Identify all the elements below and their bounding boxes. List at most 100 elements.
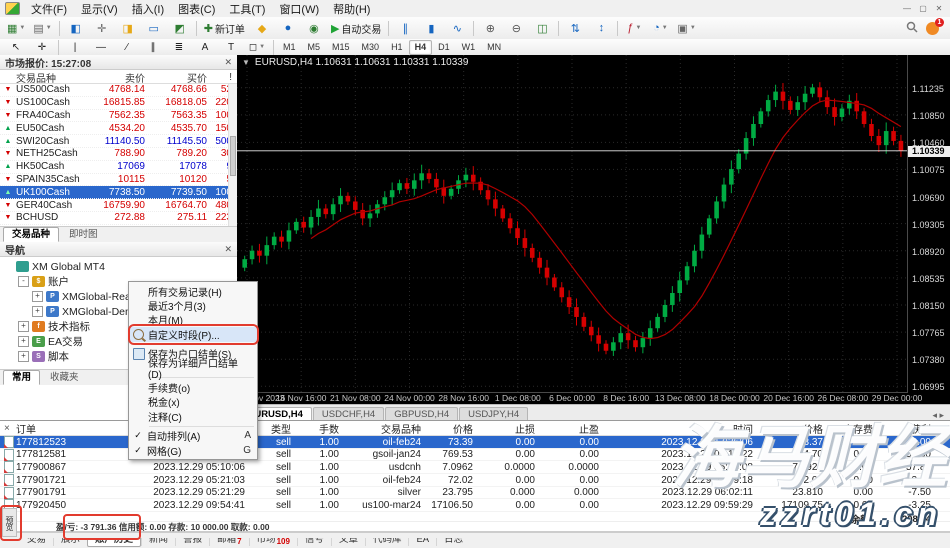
timeframe-D1[interactable]: D1 xyxy=(432,40,456,55)
timeframe-M5[interactable]: M5 xyxy=(302,40,327,55)
search-icon[interactable] xyxy=(906,21,918,36)
menu-item-G[interactable]: ✓网格(G)G xyxy=(129,443,257,457)
menu-item-F[interactable]: 文件(F) xyxy=(24,0,74,18)
menu-item-V[interactable]: 显示(V) xyxy=(74,0,125,18)
minimize-button[interactable]: — xyxy=(901,4,913,13)
shapes-button[interactable]: ◻▼ xyxy=(244,39,270,55)
menu-item-W[interactable]: 窗口(W) xyxy=(272,0,326,18)
strategy-tester-toggle[interactable]: ◩ xyxy=(167,18,193,38)
market-watch-row[interactable]: ▲SWI20Cash11140.5011145.50500 xyxy=(0,135,237,148)
market-watch-scrollbar[interactable] xyxy=(228,84,237,226)
menu-item-A[interactable]: ✓自动排列(A)A xyxy=(129,429,257,443)
navigator-toggle[interactable]: ◨ xyxy=(115,18,141,38)
navigator-close-icon[interactable]: ✕ xyxy=(224,244,232,255)
history-row[interactable]: 1779017912023.12.29 05:21:29sell1.00silv… xyxy=(0,487,950,500)
menu-item-H[interactable]: 所有交易记录(H) xyxy=(129,284,257,298)
market-watch-row[interactable]: ▲UK100Cash7738.507739.50100 xyxy=(0,186,237,199)
history-col-3[interactable]: 手数 xyxy=(296,421,344,436)
shapes-button-dropdown-icon[interactable]: ▼ xyxy=(259,44,265,50)
tab-交易品种[interactable]: 交易品种 xyxy=(3,227,59,242)
cursor-button[interactable]: ↖ xyxy=(3,39,29,55)
timeframe-M1[interactable]: M1 xyxy=(277,40,302,55)
menu-item-I[interactable]: 插入(I) xyxy=(125,0,171,18)
market-watch-row[interactable]: ▲EU50Cash4534.204535.70150 xyxy=(0,122,237,135)
periods-button-dropdown-icon[interactable]: ▼ xyxy=(662,25,668,31)
expand-icon[interactable]: + xyxy=(32,306,43,317)
history-col-11[interactable]: 获利 xyxy=(878,421,936,436)
data-window-toggle[interactable]: ✛ xyxy=(89,18,115,38)
text-button[interactable]: A xyxy=(192,39,218,55)
close-button[interactable]: ✕ xyxy=(933,4,945,13)
menu-item-o[interactable]: 手续费(o) xyxy=(129,380,257,394)
maximize-button[interactable]: ▢ xyxy=(917,4,929,13)
timeframe-MN[interactable]: MN xyxy=(481,40,507,55)
hline-button[interactable]: — xyxy=(88,39,114,55)
history-col-0[interactable]: 订单 xyxy=(16,421,92,436)
indicators-button-dropdown-icon[interactable]: ▼ xyxy=(635,25,641,31)
chart-tab-GBPUSD[interactable]: GBPUSD,H4 xyxy=(385,407,458,421)
label-button[interactable]: T xyxy=(218,39,244,55)
market-watch-row[interactable]: ▼SPAIN35Cash10115101205 xyxy=(0,174,237,187)
line-chart-button[interactable]: ∿ xyxy=(444,18,470,38)
expand-icon[interactable]: + xyxy=(18,351,29,362)
vline-button[interactable]: | xyxy=(62,39,88,55)
expand-icon[interactable]: + xyxy=(18,321,29,332)
arrange-down-button[interactable]: ↕ xyxy=(588,18,614,38)
market-watch-row[interactable]: ▼FRA40Cash7562.357563.35100 xyxy=(0,110,237,123)
new-chart-button-dropdown-icon[interactable]: ▼ xyxy=(19,25,25,31)
market-watch-row[interactable]: ▼US500Cash4768.144768.6652 xyxy=(0,84,237,97)
bar-chart-button[interactable]: ∥ xyxy=(392,18,418,38)
indicators-button[interactable]: ƒ▼ xyxy=(621,18,647,38)
terminal-vertical-tab[interactable]: 预览 xyxy=(2,508,17,537)
menu-item-M[interactable]: 本月(M) xyxy=(129,313,257,327)
tree-item-server[interactable]: XM Global MT4 xyxy=(0,259,237,274)
profiles-button[interactable]: ▤▼ xyxy=(29,18,55,38)
market-watch-row[interactable]: ▼US100Cash16815.8516818.05220 xyxy=(0,97,237,110)
market-watch-close-icon[interactable]: ✕ xyxy=(224,57,232,68)
terminal-close-icon[interactable]: × xyxy=(0,423,16,434)
arrange-up-button[interactable]: ⇅ xyxy=(562,18,588,38)
collapse-icon[interactable]: - xyxy=(18,276,29,287)
one-click-trading-icon[interactable]: ▼ xyxy=(242,58,250,67)
history-row[interactable]: 1779017212023.12.29 05:21:03sell1.00oil-… xyxy=(0,474,950,487)
market-watch-row[interactable]: ▼GER40Cash16759.9016764.70480 xyxy=(0,199,237,212)
history-col-4[interactable]: 交易品种 xyxy=(344,421,426,436)
market-watch-row[interactable]: ▼LTCUSD73.4073.80140 xyxy=(0,225,237,226)
timeframe-H4[interactable]: H4 xyxy=(409,40,433,55)
tile-windows-button[interactable]: ◫ xyxy=(529,18,555,38)
history-col-6[interactable]: 止损 xyxy=(478,421,540,436)
profiles-button-dropdown-icon[interactable]: ▼ xyxy=(46,25,52,31)
tab-即时图[interactable]: 即时图 xyxy=(60,227,107,242)
metaeditor-button[interactable]: ◆ xyxy=(249,18,275,38)
menu-item-33[interactable]: 最近3个月(3) xyxy=(129,298,257,312)
web-globe-button[interactable]: ◉ xyxy=(301,18,327,38)
menu-item-C[interactable]: 图表(C) xyxy=(171,0,222,18)
menu-item-C[interactable]: 注释(C) xyxy=(129,409,257,423)
history-col-9[interactable]: 价格 xyxy=(758,421,828,436)
channel-button[interactable]: ∥ xyxy=(140,39,166,55)
history-row[interactable]: 1779008672023.12.29 05:10:06sell1.00usdc… xyxy=(0,461,950,474)
tab-收藏夹[interactable]: 收藏夹 xyxy=(41,370,88,385)
market-watch-row[interactable]: ▼BCHUSD272.88275.11223 xyxy=(0,212,237,225)
expand-icon[interactable]: + xyxy=(18,336,29,347)
history-col-5[interactable]: 价格 xyxy=(426,421,478,436)
terminal-toggle[interactable]: ▭ xyxy=(141,18,167,38)
timeframe-M30[interactable]: M30 xyxy=(356,40,386,55)
mql5-community-button[interactable]: ● xyxy=(275,18,301,38)
trendline-button[interactable]: ∕ xyxy=(114,39,140,55)
new-chart-button[interactable]: ▦▼ xyxy=(3,18,29,38)
chart-tab-USDJPY[interactable]: USDJPY,H4 xyxy=(459,407,528,421)
mw-col-bid[interactable]: 卖价 xyxy=(90,70,150,85)
menu-item-D[interactable]: 保存为详细户口结单(D) xyxy=(129,361,257,375)
chart-tab-USDCHF[interactable]: USDCHF,H4 xyxy=(313,407,384,421)
candlestick-button[interactable]: ▮ xyxy=(418,18,444,38)
templates-button[interactable]: ▣▼ xyxy=(673,18,699,38)
history-col-8[interactable]: 时间 xyxy=(604,421,758,436)
menu-item-P[interactable]: 自定义时段(P)... xyxy=(129,327,257,341)
timeframe-W1[interactable]: W1 xyxy=(456,40,482,55)
expand-icon[interactable]: + xyxy=(32,291,43,302)
market-watch-row[interactable]: ▼NETH25Cash788.90789.2030 xyxy=(0,148,237,161)
crosshair-button[interactable]: ✛ xyxy=(29,39,55,55)
templates-button-dropdown-icon[interactable]: ▼ xyxy=(690,25,696,31)
mw-col-ask[interactable]: 买价 xyxy=(150,70,212,85)
